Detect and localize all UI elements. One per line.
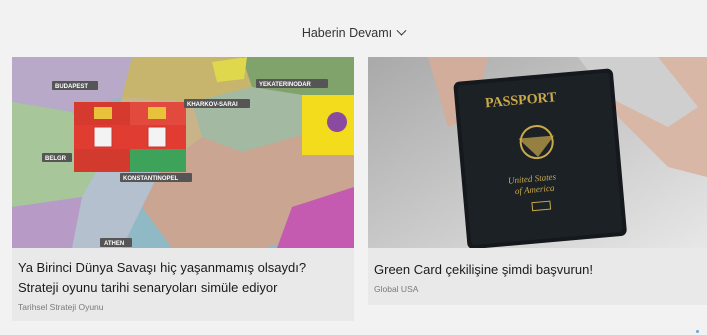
- map-label: KHARKOV-SARAI: [187, 102, 238, 108]
- more-news-label: Haberin Devamı: [301, 26, 393, 40]
- indicator-dot: [696, 330, 699, 333]
- more-news-link[interactable]: Haberin Devamı: [0, 25, 707, 40]
- news-card[interactable]: PASSPORT United States of America Green …: [368, 57, 707, 305]
- news-card[interactable]: BUDAPEST YEKATERINODAR KHARKOV-SARAI BEL…: [12, 57, 354, 321]
- article-title[interactable]: Green Card çekilişine şimdi başvurun!: [368, 248, 707, 280]
- chevron-down-icon: [396, 25, 407, 36]
- map-label: BUDAPEST: [55, 84, 88, 90]
- map-label: KONSTANTINOPEL: [123, 176, 179, 182]
- strategy-map-image: BUDAPEST YEKATERINODAR KHARKOV-SARAI BEL…: [12, 57, 354, 248]
- article-title[interactable]: Ya Birinci Dünya Savaşı hiç yaşanmamış o…: [12, 248, 354, 298]
- article-source: Tarihsel Strateji Oyunu: [18, 302, 104, 312]
- map-label: YEKATERINODAR: [259, 82, 312, 88]
- passport-image: PASSPORT United States of America: [368, 57, 707, 248]
- map-label: ATHEN: [104, 241, 124, 247]
- article-source: Global USA: [374, 284, 419, 294]
- map-label: BELGR: [45, 156, 67, 162]
